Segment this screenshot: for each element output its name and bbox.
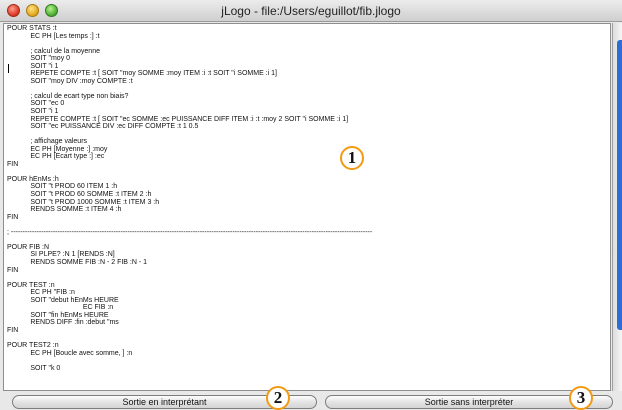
code-line: EC PH [Boucle avec somme, ] :n [7,349,133,357]
run-interpreting-annotation-badge: 2 [266,386,290,410]
code-line: FIN [7,160,19,168]
code-line: SOIT "i 1 [7,108,59,116]
code-line: ; calcul de la moyenne [7,47,100,55]
scrollbar-thumb[interactable] [617,40,622,330]
code-line: RENDS SOMME FIB :N - 2 FIB :N - 1 [7,258,148,266]
code-text: POUR STATS :t EC PH [Les temps :] :t ; c… [7,25,372,372]
code-line: REPETE COMPTE :t [ SOIT "moy SOMME :moy … [7,70,277,78]
code-line: SOIT "k 0 [7,364,61,372]
code-editor[interactable]: POUR STATS :t EC PH [Les temps :] :t ; c… [3,23,611,391]
title-bar: jLogo - file:/Users/eguillot/fib.jlogo [0,0,622,22]
code-line: RENDS DIFF :fin :debut "ms [7,319,119,327]
code-line: POUR TEST :n [7,281,55,289]
code-line: EC PH [Moyenne :] :moy [7,145,108,153]
code-line: SI PLPE? :N 1 [RENDS :N] [7,251,115,259]
window-title: jLogo - file:/Users/eguillot/fib.jlogo [221,4,401,18]
code-line: POUR FIB :N [7,243,50,251]
code-line: SOIT "t PROD 60 SOMME :t ITEM 2 :h [7,191,152,199]
code-line: ; --------------------------------------… [7,228,373,236]
code-line: SOIT "moy DIV :moy COMPTE :t [7,77,133,85]
code-line: SOIT "debut hEnMs HEURE [7,296,119,304]
code-line: SOIT "fin hEnMs HEURE [7,311,109,319]
code-line: EC FIB :n [7,304,114,312]
code-line: POUR STATS :t [7,25,57,32]
code-line: EC PH [Les temps :] :t [7,32,100,40]
code-line: EC PH "FIB :n [7,289,75,297]
code-line: SOIT "i 1 [7,62,59,70]
code-line: FIN [7,266,19,274]
code-line: SOIT "moy 0 [7,55,71,63]
code-line: POUR TEST2 :n [7,341,59,349]
code-line: ; affichage valeurs [7,138,88,146]
code-line: SOIT "ec PUISSANCE DIV :ec DIFF COMPTE :… [7,123,199,131]
text-cursor [8,64,9,73]
code-line: ; calcul de ecart type non biais? [7,92,129,100]
code-line: SOIT "t PROD 60 ITEM 1 :h [7,183,118,191]
code-line: SOIT "t PROD 1000 SOMME :t ITEM 3 :h [7,198,160,206]
code-line: SOIT "ec 0 [7,100,65,108]
code-line: REPETE COMPTE :t [ SOIT "ec SOMME :ec PU… [7,115,349,123]
code-line: FIN [7,213,19,221]
code-line: POUR hEnMs :h [7,175,59,183]
editor-annotation-badge: 1 [340,146,364,170]
code-line: FIN [7,326,19,334]
code-line: EC PH [Ecart type :] :ec [7,153,105,161]
code-line: RENDS SOMME :t ITEM 4 :h [7,206,122,214]
run-not-interpreting-annotation-badge: 3 [569,386,593,410]
